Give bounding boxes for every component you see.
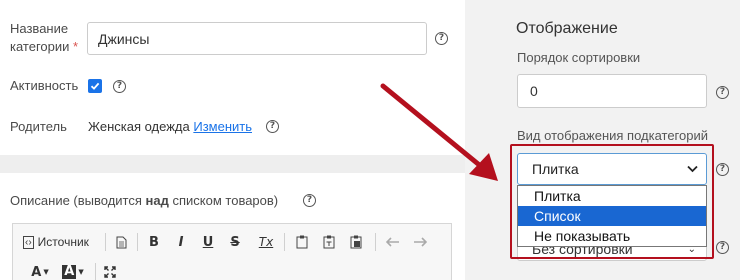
toolbar-separator [375, 233, 376, 251]
active-checkbox[interactable] [88, 79, 102, 93]
chevron-down-icon: ▼ [43, 268, 49, 276]
display-panel-title: Отображение [516, 20, 618, 37]
help-icon[interactable]: ? [716, 163, 729, 176]
annotation-highlight-box [510, 144, 714, 259]
paste-word-icon[interactable] [348, 232, 364, 252]
help-icon[interactable]: ? [113, 80, 126, 93]
paste-text-icon[interactable] [321, 232, 337, 252]
underline-button[interactable]: U [200, 232, 216, 252]
toolbar-separator [284, 233, 285, 251]
undo-icon[interactable] [385, 232, 401, 252]
source-icon: ‹› [23, 235, 34, 249]
toolbar-separator [137, 233, 138, 251]
category-name-label: Название категории * [10, 21, 79, 54]
remove-format-button[interactable]: Tx [256, 232, 276, 252]
description-label: Описание (выводится над списком товаров) [10, 193, 279, 208]
document-icon[interactable] [113, 232, 129, 252]
parent-label: Родитель [10, 119, 67, 134]
toolbar-separator [105, 233, 106, 251]
toolbar-separator [95, 263, 96, 280]
strikethrough-button[interactable]: S [227, 232, 243, 252]
chevron-down-icon: ▼ [78, 268, 84, 276]
text-color-button[interactable]: A ▼ [27, 262, 53, 280]
sort-order-label: Порядок сортировки [517, 50, 641, 65]
help-icon[interactable]: ? [266, 120, 279, 133]
sort-order-input[interactable]: 0 [517, 74, 707, 108]
redo-icon[interactable] [412, 232, 428, 252]
bold-button[interactable]: B [146, 232, 162, 252]
help-icon[interactable]: ? [716, 241, 729, 254]
category-name-input[interactable]: Джинсы [87, 22, 427, 55]
help-icon[interactable]: ? [303, 194, 316, 207]
background-color-button[interactable]: A ▼ [59, 262, 87, 280]
parent-value: Женская одежда Изменить [88, 119, 252, 134]
help-icon[interactable]: ? [435, 32, 448, 45]
subcategory-view-label: Вид отображения подкатегорий [517, 128, 709, 143]
italic-button[interactable]: I [173, 232, 189, 252]
source-button[interactable]: ‹› Источник [23, 232, 89, 252]
annotation-arrow-icon [380, 83, 498, 181]
help-icon[interactable]: ? [716, 86, 729, 99]
paste-icon[interactable] [294, 232, 310, 252]
maximize-icon[interactable] [102, 262, 118, 280]
parent-change-link[interactable]: Изменить [193, 119, 252, 134]
required-mark: * [73, 39, 79, 54]
editor-toolbar: ‹› Источник B I U S Tx A ▼ A ▼ [12, 223, 452, 280]
checkmark-icon [90, 82, 100, 90]
active-label: Активность [10, 78, 79, 93]
